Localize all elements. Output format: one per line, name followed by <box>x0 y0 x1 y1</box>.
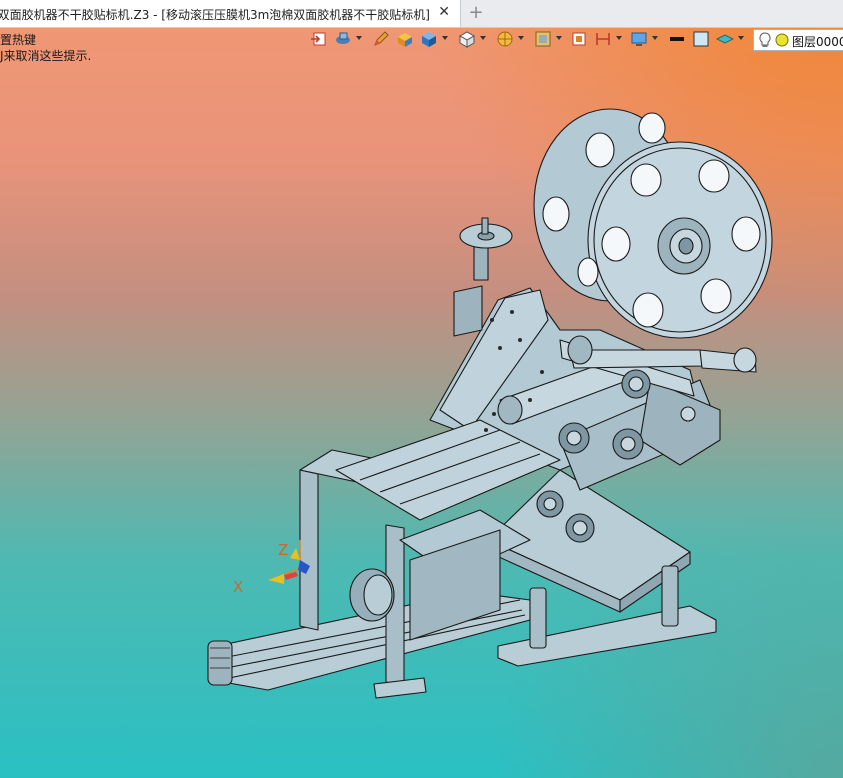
axis-triad: X Z <box>233 540 310 596</box>
layer-selector[interactable]: 图层0000 <box>753 29 843 51</box>
hint-line-2: J来取消这些提示. <box>0 49 92 63</box>
layer-name: 图层0000 <box>792 35 843 49</box>
view-toolbar: 图层0000 <box>306 29 843 51</box>
fill-color-icon[interactable] <box>692 30 712 48</box>
chevron-down-icon[interactable] <box>616 36 622 40</box>
chevron-down-icon[interactable] <box>480 36 486 40</box>
chevron-down-icon[interactable] <box>652 36 658 40</box>
line-color-icon[interactable] <box>668 30 688 48</box>
chevron-down-icon[interactable] <box>738 36 744 40</box>
layer-color-icon <box>775 33 789 47</box>
close-tab-icon[interactable]: ✕ <box>438 4 450 20</box>
shaded-box-icon[interactable] <box>396 30 416 48</box>
monitor-icon[interactable] <box>630 30 650 48</box>
z-axis-label: Z <box>278 541 288 559</box>
chevron-down-icon[interactable] <box>556 36 562 40</box>
chevron-down-icon[interactable] <box>442 36 448 40</box>
layer-style-icon[interactable] <box>716 30 736 48</box>
white-cube-icon[interactable] <box>458 30 478 48</box>
chevron-down-icon[interactable] <box>356 36 362 40</box>
document-tab-bar: 棉双面胶机器不干胶贴标机.Z3 - [移动滚压压膜机3m泡棉双面胶机器不干胶贴标… <box>0 0 843 28</box>
machine-3d-model[interactable]: X Z <box>0 0 843 778</box>
lightbulb-icon <box>759 32 771 47</box>
hint-line-1: 置热键 <box>0 33 37 47</box>
chevron-down-icon[interactable] <box>518 36 524 40</box>
cube-view-icon[interactable] <box>420 30 440 48</box>
x-axis-label: X <box>233 578 243 596</box>
document-tab[interactable]: 棉双面胶机器不干胶贴标机.Z3 - [移动滚压压膜机3m泡棉双面胶机器不干胶贴标… <box>0 0 461 27</box>
new-tab-button[interactable]: + <box>466 2 486 24</box>
frame-icon[interactable] <box>570 30 590 48</box>
exit-sketch-icon[interactable] <box>310 30 330 48</box>
pencil-icon[interactable] <box>372 30 392 48</box>
filter-icon[interactable] <box>496 30 516 48</box>
render-icon[interactable] <box>534 30 554 48</box>
dimension-icon[interactable] <box>594 30 614 48</box>
tab-title: 棉双面胶机器不干胶贴标机.Z3 - [移动滚压压膜机3m泡棉双面胶机器不干胶贴标… <box>0 8 430 22</box>
view-style-icon[interactable] <box>334 30 354 48</box>
